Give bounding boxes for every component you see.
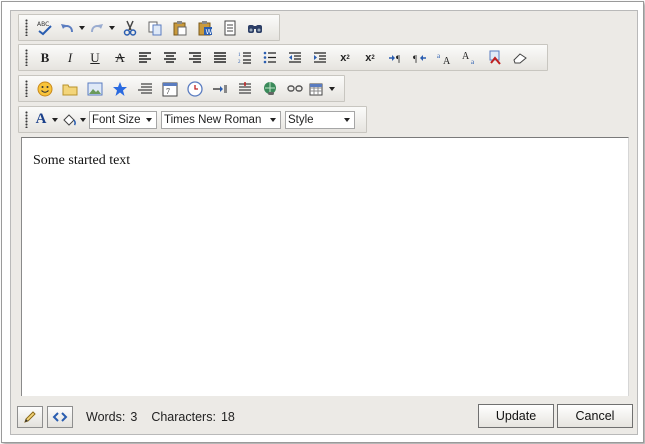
- unlink-icon[interactable]: [283, 78, 307, 100]
- redo-dropdown-icon[interactable]: [107, 17, 116, 39]
- font-color-icon[interactable]: A: [33, 109, 49, 131]
- toolbar-grip[interactable]: [25, 80, 28, 97]
- font-name-value: Times New Roman: [164, 113, 262, 126]
- svg-text:¶: ¶: [396, 54, 400, 64]
- svg-text:¶: ¶: [413, 54, 417, 64]
- editor-content-area[interactable]: Some started text: [21, 137, 629, 396]
- svg-text:a: a: [437, 52, 441, 60]
- svg-text:7: 7: [166, 87, 170, 96]
- words-count: 3: [130, 410, 138, 424]
- toolbar-row-2: B I U A 12 x2 x2 ¶ ¶ aA Aa: [18, 44, 548, 71]
- bullet-list-icon[interactable]: [258, 47, 282, 69]
- rich-text-editor: ABC W B I U A 1 2 x 2 x 2 ¶ ¶ a A A a 7 …: [10, 10, 638, 435]
- toolbar-row-3: 7: [18, 75, 345, 102]
- svg-text:ABC: ABC: [37, 21, 49, 28]
- justify-icon[interactable]: [208, 47, 232, 69]
- font-size-select[interactable]: Font Size: [89, 110, 157, 129]
- svg-text:1: 1: [238, 53, 241, 58]
- highlight-color-dropdown-icon[interactable]: [78, 109, 87, 131]
- find-icon[interactable]: [243, 17, 267, 39]
- insert-table-dropdown-icon[interactable]: [327, 78, 336, 100]
- copy-icon[interactable]: [143, 17, 167, 39]
- superscript-icon[interactable]: x2: [333, 47, 357, 69]
- align-left-icon[interactable]: [133, 47, 157, 69]
- font-color-dropdown-icon[interactable]: [50, 109, 59, 131]
- ltr-icon[interactable]: ¶: [383, 47, 407, 69]
- toolbar-grip[interactable]: [25, 111, 28, 128]
- lowercase-icon[interactable]: Aa: [458, 47, 482, 69]
- editor-text[interactable]: Some started text: [33, 153, 130, 169]
- characters-label: Characters:: [151, 410, 216, 424]
- bold-icon[interactable]: B: [33, 47, 57, 69]
- chevron-down-icon: [142, 112, 156, 128]
- folder-icon[interactable]: [58, 78, 82, 100]
- date-icon[interactable]: 7: [158, 78, 182, 100]
- italic-icon[interactable]: I: [58, 47, 82, 69]
- paste-text-icon[interactable]: [218, 17, 242, 39]
- cancel-button[interactable]: Cancel: [557, 404, 633, 428]
- insert-table-icon[interactable]: [308, 78, 326, 100]
- eraser-icon[interactable]: [508, 47, 532, 69]
- format-painter-icon[interactable]: [483, 47, 507, 69]
- editor-window: ABC W B I U A 1 2 x 2 x 2 ¶ ¶ a A A a 7 …: [1, 1, 644, 443]
- uppercase-icon[interactable]: aA: [433, 47, 457, 69]
- toolbar-grip[interactable]: [25, 49, 28, 66]
- anchor-icon[interactable]: [208, 78, 232, 100]
- redo-icon[interactable]: [88, 17, 106, 39]
- chevron-down-icon: [340, 112, 354, 128]
- image-icon[interactable]: [83, 78, 107, 100]
- align-center-icon[interactable]: [158, 47, 182, 69]
- cut-icon[interactable]: [118, 17, 142, 39]
- toolbar-row-1: ABC W: [18, 14, 280, 41]
- html-mode-button[interactable]: [47, 406, 73, 428]
- svg-text:2: 2: [238, 60, 241, 64]
- subscript-icon[interactable]: x2: [358, 47, 382, 69]
- code-icon: [52, 412, 68, 422]
- svg-text:a: a: [471, 58, 475, 65]
- star-icon[interactable]: [108, 78, 132, 100]
- hyperlink-icon[interactable]: [258, 78, 282, 100]
- underline-icon[interactable]: U: [83, 47, 107, 69]
- spellcheck-icon[interactable]: ABC: [33, 17, 57, 39]
- style-value: Style: [288, 113, 314, 126]
- highlight-color-icon[interactable]: [61, 109, 77, 131]
- undo-dropdown-icon[interactable]: [77, 17, 86, 39]
- update-button[interactable]: Update: [478, 404, 554, 428]
- chevron-down-icon: [266, 112, 280, 128]
- font-size-value: Font Size: [92, 113, 141, 126]
- characters-count: 18: [220, 410, 235, 424]
- emoticon-icon[interactable]: [33, 78, 57, 100]
- words-label: Words:: [86, 410, 126, 424]
- design-mode-button[interactable]: [17, 406, 43, 428]
- paste-word-icon[interactable]: W: [193, 17, 217, 39]
- style-select[interactable]: Style: [285, 110, 355, 129]
- paragraph-icon[interactable]: [233, 78, 257, 100]
- numbered-list-icon[interactable]: 12: [233, 47, 257, 69]
- indent-icon[interactable]: [308, 47, 332, 69]
- svg-text:W: W: [206, 28, 213, 36]
- toolbar-grip[interactable]: [25, 19, 28, 36]
- undo-icon[interactable]: [58, 17, 76, 39]
- toolbar-row-4: A Font Size Times New Roman Style: [18, 106, 367, 133]
- pencil-icon: [24, 411, 36, 423]
- rtl-icon[interactable]: ¶: [408, 47, 432, 69]
- outdent-icon[interactable]: [283, 47, 307, 69]
- time-icon[interactable]: [183, 78, 207, 100]
- font-name-select[interactable]: Times New Roman: [161, 110, 281, 129]
- hr-icon[interactable]: [133, 78, 157, 100]
- paste-icon[interactable]: [168, 17, 192, 39]
- svg-text:A: A: [443, 56, 451, 65]
- align-right-icon[interactable]: [183, 47, 207, 69]
- status-bar: Words: 3 Characters: 18 Update Cancel: [11, 402, 637, 432]
- svg-text:A: A: [462, 51, 470, 62]
- strikethrough-icon[interactable]: A: [108, 47, 132, 69]
